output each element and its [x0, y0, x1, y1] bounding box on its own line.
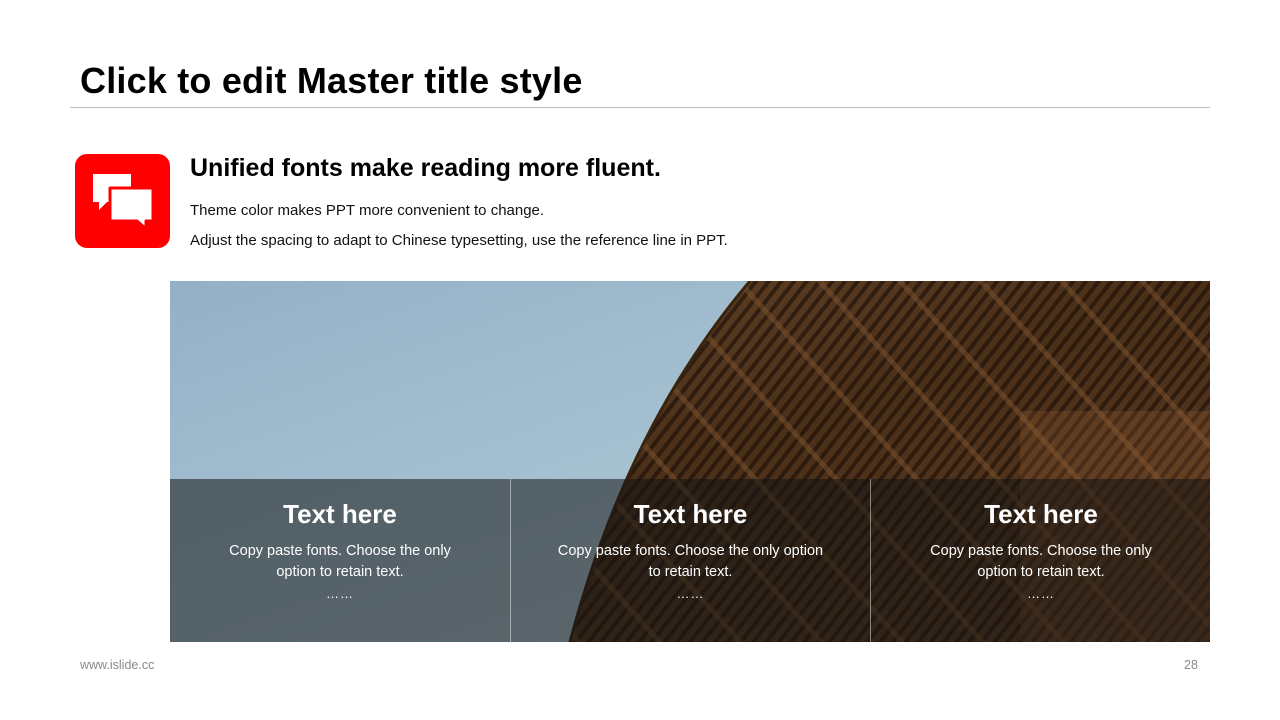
intro-line-1: Theme color makes PPT more convenient to…	[190, 202, 545, 219]
intro-headline: Unified fonts make reading more fluent.	[190, 154, 661, 182]
panel-ellipsis: ……	[326, 586, 354, 601]
intro-line-2: Adjust the spacing to adapt to Chinese t…	[190, 232, 728, 249]
slide-title: Click to edit Master title style	[80, 60, 583, 101]
panel-ellipsis: ……	[1027, 586, 1055, 601]
panel-title: Text here	[283, 499, 397, 529]
panel-text: Copy paste fonts. Choose the only option…	[229, 543, 451, 580]
text-panel-2: Text here Copy paste fonts. Choose the o…	[510, 479, 870, 642]
panel-ellipsis: ……	[676, 586, 705, 601]
panel-text: Copy paste fonts. Choose the only option…	[557, 543, 824, 580]
page-number: 28	[1184, 658, 1198, 672]
icon-tile	[75, 154, 170, 248]
panel-title: Text here	[633, 499, 748, 529]
panel-title: Text here	[984, 499, 1098, 529]
building-photo: Text here Copy paste fonts. Choose the o…	[170, 281, 1210, 642]
footer-url: www.islide.cc	[80, 658, 155, 672]
chat-bubbles-icon	[93, 174, 155, 231]
text-panel-1: Text here Copy paste fonts. Choose the o…	[170, 479, 510, 642]
title-divider	[70, 107, 1210, 108]
text-panel-row: Text here Copy paste fonts. Choose the o…	[170, 479, 1210, 642]
panel-text: Copy paste fonts. Choose the only option…	[930, 543, 1152, 580]
text-panel-3: Text here Copy paste fonts. Choose the o…	[870, 479, 1210, 642]
